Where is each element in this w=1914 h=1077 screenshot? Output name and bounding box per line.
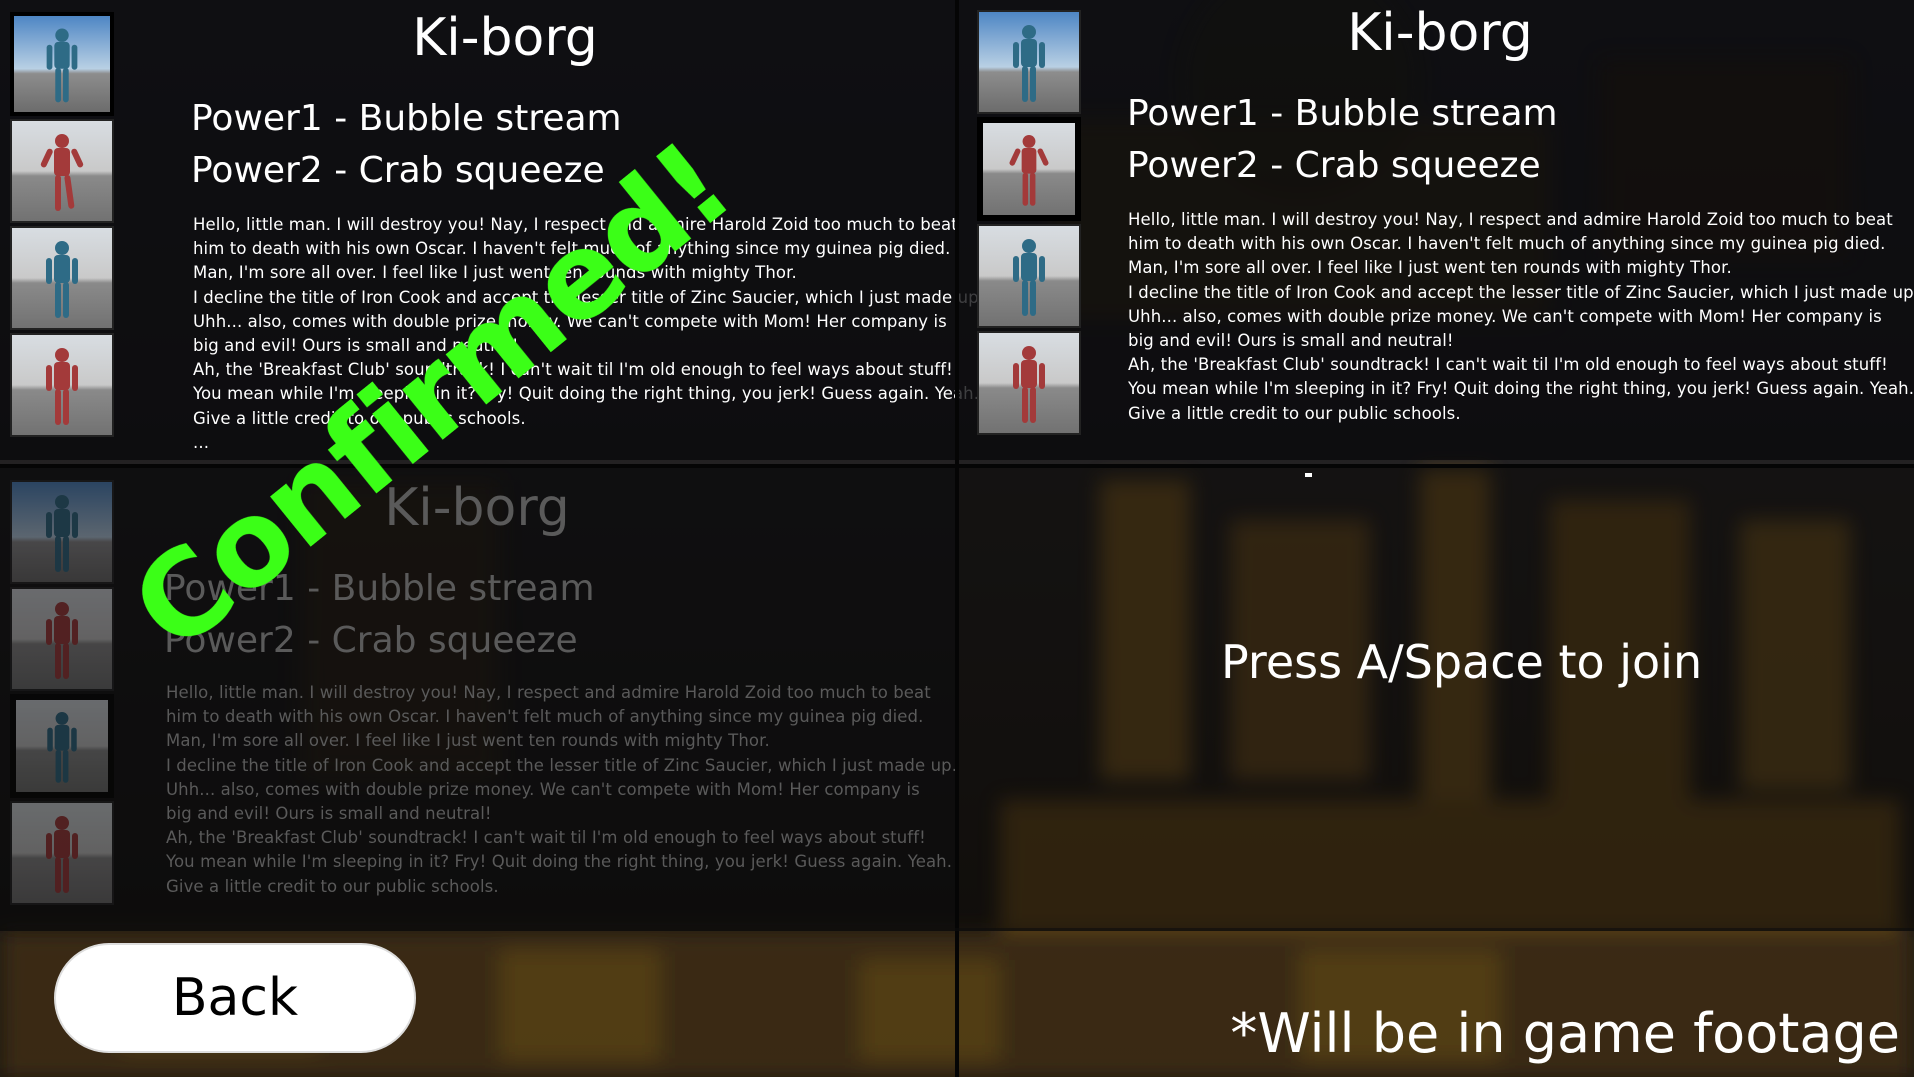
footer-note: *Will be in game footage: [1230, 1002, 1900, 1065]
skin-thumbnail-red[interactable]: [10, 119, 114, 223]
skin-thumbnail-blue[interactable]: [10, 694, 114, 798]
skin-thumbnail-red[interactable]: [10, 587, 114, 691]
player3-panel: Ki-borg Power1 - Bubble stream Power2 - …: [0, 468, 958, 928]
skin-thumbnail-red[interactable]: [10, 801, 114, 905]
character-quote: Hello, little man. I will destroy you! N…: [166, 683, 958, 896]
cursor-marker: [1305, 473, 1312, 477]
power1-label: Power1 - Bubble stream: [191, 98, 622, 139]
power1-label: Power1 - Bubble stream: [1127, 93, 1558, 134]
back-button[interactable]: Back: [54, 943, 416, 1053]
skin-thumbnail-blue[interactable]: [977, 10, 1081, 114]
skin-thumbnail-blue[interactable]: [10, 226, 114, 330]
lower-divider: [0, 928, 1914, 931]
character-name: Ki-borg: [1347, 3, 1533, 63]
skin-thumbnail-red[interactable]: [977, 117, 1081, 221]
player4-panel: Press A/Space to join: [959, 468, 1914, 928]
character-skin-list: [977, 10, 1085, 438]
skin-thumbnail-red[interactable]: [977, 331, 1081, 435]
join-prompt: Press A/Space to join: [1221, 635, 1703, 689]
vertical-divider: [955, 0, 959, 1077]
skin-thumbnail-blue[interactable]: [10, 12, 114, 116]
player2-panel: Ki-borg Power1 - Bubble stream Power2 - …: [959, 0, 1914, 460]
skin-thumbnail-blue[interactable]: [10, 480, 114, 584]
skin-thumbnail-blue[interactable]: [977, 224, 1081, 328]
character-quote: Hello, little man. I will destroy you! N…: [1128, 210, 1914, 423]
character-name: Ki-borg: [412, 8, 598, 68]
character-skin-list: [10, 12, 118, 440]
skin-thumbnail-red[interactable]: [10, 333, 114, 437]
power2-label: Power2 - Crab squeeze: [191, 150, 605, 191]
power2-label: Power2 - Crab squeeze: [1127, 145, 1541, 186]
character-skin-list: [10, 480, 118, 908]
